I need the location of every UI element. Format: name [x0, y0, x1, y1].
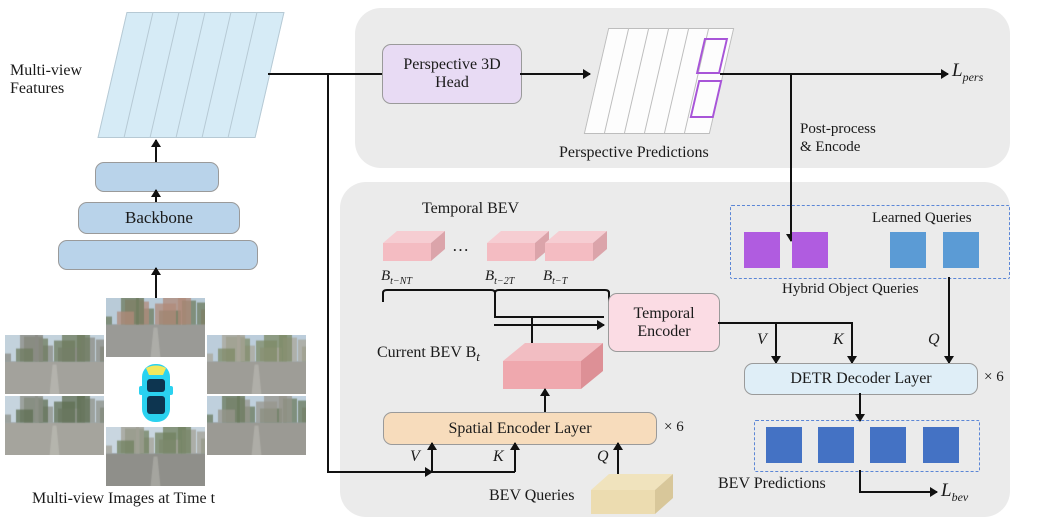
perspective-3d-head-box[interactable]: Perspective 3D Head — [382, 44, 522, 104]
temporal-bev-slab-3-label: Bt−T — [543, 268, 568, 287]
loss-bev-subscript: bev — [951, 489, 969, 504]
decoder-k-label: K — [833, 331, 844, 348]
arrow-decoder-to-bev-predictions — [859, 393, 861, 421]
arrow-temporal-to-encoder — [494, 324, 604, 326]
bev-prediction-4 — [923, 427, 959, 463]
bev-prediction-3 — [870, 427, 906, 463]
bev-prediction-1 — [766, 427, 802, 463]
spatial-v-label: V — [410, 448, 420, 465]
temporal-brace-stem — [494, 292, 496, 316]
spatial-k-label: K — [493, 448, 504, 465]
loss-pers-label: Lpers — [952, 60, 984, 84]
temporal-encoder-box[interactable]: Temporal Encoder — [608, 293, 720, 352]
architecture-diagram: Multi-view Features Backbone Multi-view … — [0, 0, 1050, 525]
learned-queries-label: Learned Queries — [872, 210, 972, 226]
loss-bev-label: Lbev — [941, 480, 969, 504]
arrow-encoder-v — [775, 322, 777, 363]
camera-view-front-left — [5, 335, 104, 394]
arrow-features-to-perspective-head — [327, 73, 390, 75]
camera-view-back-left — [5, 396, 104, 455]
bev-queries-label: BEV Queries — [489, 487, 575, 504]
temporal-bev-slab-2 — [487, 231, 549, 272]
multiview-features-label: Multi-view Features — [10, 62, 82, 98]
multiview-images-label: Multi-view Images at Time t — [32, 490, 216, 507]
temporal-bev-slab-1 — [383, 231, 445, 272]
arrow-to-lpers — [790, 73, 948, 75]
decoder-q-label: Q — [928, 331, 940, 348]
decoder-v-label: V — [757, 331, 767, 348]
arrow-encoder-k — [851, 322, 853, 363]
temporal-to-encoder-horizontal — [494, 316, 604, 318]
detr-decoder-layer-box[interactable]: DETR Decoder Layer — [744, 363, 978, 395]
arrow-spatial-to-current-bev — [544, 389, 546, 412]
bev-queries-slab — [591, 474, 673, 523]
temporal-bev-brace — [382, 289, 610, 302]
encoder-output-horizontal — [718, 322, 852, 324]
arrow-backbone-to-features — [155, 140, 157, 162]
arrow-queries-to-decoder-q — [948, 277, 950, 363]
backbone-label: Backbone — [125, 208, 193, 227]
temporal-encoder-label: Temporal Encoder — [633, 304, 695, 340]
current-bev-label: Current BEV Bt — [377, 344, 480, 365]
feature-trunk-vertical — [327, 73, 329, 473]
current-bev-slab — [503, 343, 603, 400]
camera-view-back-right — [207, 396, 306, 455]
camera-view-front-right — [207, 335, 306, 394]
spatial-encoder-label: Spatial Encoder Layer — [448, 419, 592, 437]
backbone-box[interactable]: Backbone — [78, 202, 240, 234]
arrow-spatial-v — [431, 443, 433, 472]
bev-predictions-stem — [859, 470, 861, 492]
temporal-bev-slab-3 — [545, 231, 607, 272]
camera-view-front — [106, 298, 205, 357]
perspective-predictions-label: Perspective Predictions — [559, 144, 709, 161]
arrow-images-to-neck — [155, 268, 157, 298]
perspective-query-1 — [744, 232, 780, 268]
temporal-bev-ellipsis: … — [452, 236, 471, 255]
arrow-to-lbev — [859, 491, 937, 493]
bev-predictions-label: BEV Predictions — [718, 475, 826, 492]
postprocess-label: Post-process & Encode — [800, 121, 876, 155]
ego-vehicle-icon — [139, 364, 173, 422]
neck-box-bottom — [58, 240, 258, 270]
hybrid-object-queries-label: Hybrid Object Queries — [782, 281, 919, 297]
camera-view-back — [106, 427, 205, 486]
detr-decoder-repeat-label: × 6 — [984, 369, 1004, 385]
neck-box-top — [95, 162, 219, 192]
detr-decoder-label: DETR Decoder Layer — [790, 370, 932, 387]
arrow-neck-to-backbone — [155, 190, 157, 202]
temporal-bev-slab-1-label: Bt−NT — [381, 268, 412, 287]
learned-query-2 — [943, 232, 979, 268]
perspective-head-label: Perspective 3D Head — [403, 56, 501, 91]
loss-pers-subscript: pers — [962, 69, 984, 84]
spatial-encoder-layer-box[interactable]: Spatial Encoder Layer — [383, 412, 657, 445]
temporal-bev-label: Temporal BEV — [422, 200, 520, 217]
spatial-encoder-repeat-label: × 6 — [664, 419, 684, 435]
bev-prediction-2 — [818, 427, 854, 463]
perspective-query-2 — [792, 232, 828, 268]
spatial-q-label: Q — [597, 448, 609, 465]
learned-query-1 — [890, 232, 926, 268]
temporal-bev-slab-2-label: Bt−2T — [485, 268, 515, 287]
arrow-spatial-k — [514, 443, 516, 472]
arrow-head-to-predictions — [520, 73, 590, 75]
spatial-k-feed — [327, 471, 515, 473]
